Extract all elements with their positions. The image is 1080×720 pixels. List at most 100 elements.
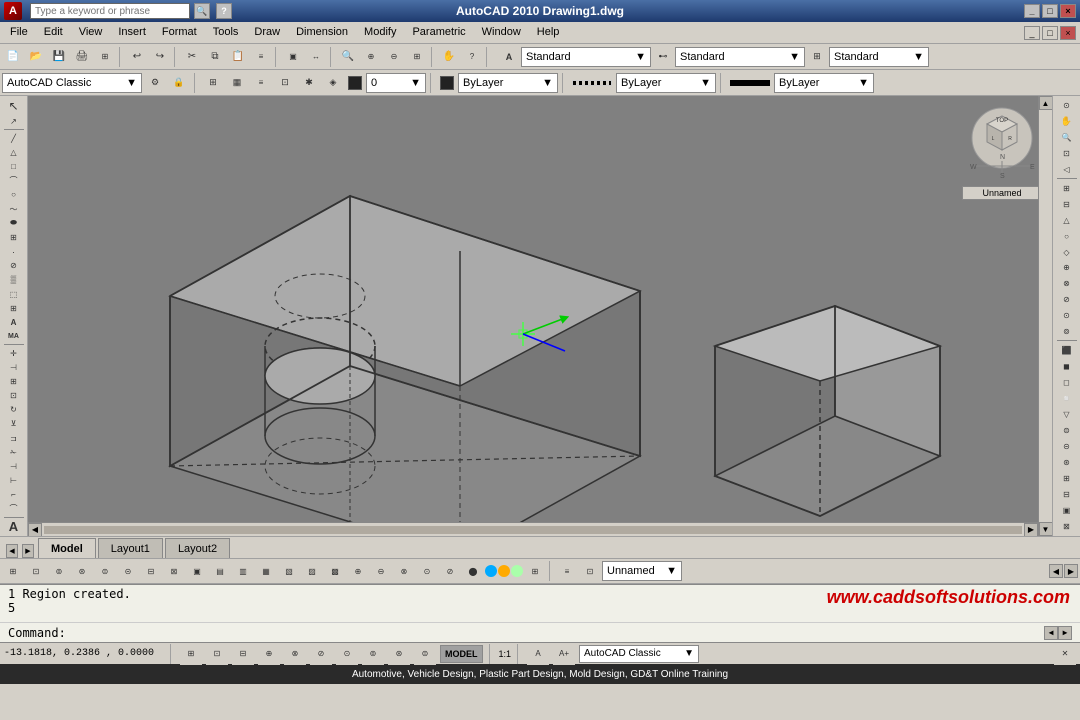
bt-26[interactable]: ≡: [556, 560, 578, 582]
doc-maximize-btn[interactable]: □: [1042, 26, 1058, 40]
bt-3[interactable]: ⊚: [48, 560, 70, 582]
rt-3d1[interactable]: ⊞: [1056, 181, 1078, 196]
bt-9[interactable]: ▣: [186, 560, 208, 582]
lt-gradient[interactable]: ▒: [3, 273, 25, 286]
bt-2[interactable]: ⊡: [25, 560, 47, 582]
bt-17[interactable]: ⊖: [370, 560, 392, 582]
rt-3d6[interactable]: ⊕: [1056, 261, 1078, 276]
scroll-right-btn[interactable]: ▶: [1024, 523, 1038, 537]
zoomout-btn[interactable]: ⊖: [383, 46, 405, 68]
rt-3d2[interactable]: ⊟: [1056, 197, 1078, 212]
bt-1[interactable]: ⊞: [2, 560, 24, 582]
bt-8[interactable]: ⊠: [163, 560, 185, 582]
bt-21[interactable]: ⬤: [462, 560, 484, 582]
viewport-dropdown[interactable]: Unnamed▼: [602, 561, 682, 581]
undo-btn[interactable]: ↩: [126, 46, 148, 68]
menu-view[interactable]: View: [71, 22, 111, 42]
rt-zoom[interactable]: 🔍: [1056, 130, 1078, 145]
rt-render7[interactable]: ⊝: [1056, 439, 1078, 454]
tablestyle-dropdown[interactable]: Standard▼: [829, 47, 929, 67]
bt-25[interactable]: ⊞: [524, 560, 546, 582]
annotscale-btn2[interactable]: A+: [553, 643, 575, 665]
lt-table[interactable]: ⊞: [3, 302, 25, 315]
search-input[interactable]: [30, 3, 190, 19]
rt-render12[interactable]: ⊠: [1056, 519, 1078, 534]
rt-pan[interactable]: ✋: [1056, 114, 1078, 129]
menu-edit[interactable]: Edit: [36, 22, 71, 42]
rt-render1[interactable]: ⬛: [1056, 343, 1078, 358]
lt-rotate[interactable]: ↻: [3, 403, 25, 416]
save-btn[interactable]: 💾: [48, 46, 70, 68]
annotscale-btn[interactable]: A: [527, 643, 549, 665]
ducs-toggle[interactable]: ⊙: [336, 643, 358, 665]
lt-mtext[interactable]: MA: [3, 330, 25, 343]
layer-btn5[interactable]: ✱: [298, 72, 320, 94]
menu-file[interactable]: File: [2, 22, 36, 42]
workspace-dropdown[interactable]: AutoCAD Classic▼: [2, 73, 142, 93]
zoomin-btn[interactable]: ⊕: [360, 46, 382, 68]
search-icon[interactable]: 🔍: [194, 3, 210, 19]
layer-prop[interactable]: ⊞: [202, 72, 224, 94]
doc-minimize-btn[interactable]: _: [1024, 26, 1040, 40]
lt-point[interactable]: ·: [3, 245, 25, 258]
distance-btn[interactable]: ↔: [305, 46, 327, 68]
menu-insert[interactable]: Insert: [110, 22, 154, 42]
color-dropdown[interactable]: ByLayer▼: [458, 73, 558, 93]
bt-10[interactable]: ▤: [209, 560, 231, 582]
rt-render5[interactable]: ▽: [1056, 407, 1078, 422]
rt-3d7[interactable]: ⊗: [1056, 276, 1078, 291]
rt-render8[interactable]: ⊛: [1056, 455, 1078, 470]
lt-move[interactable]: ✛: [3, 347, 25, 360]
tab-layout1[interactable]: Layout1: [98, 538, 163, 558]
layer-btn6[interactable]: ◈: [322, 72, 344, 94]
ortho-toggle[interactable]: ⊟: [232, 643, 254, 665]
bt-11[interactable]: ▥: [232, 560, 254, 582]
lt-ellipse[interactable]: ⬬: [3, 217, 25, 230]
rt-render6[interactable]: ⊜: [1056, 423, 1078, 438]
rt-render10[interactable]: ⊟: [1056, 487, 1078, 502]
horizontal-scrollbar[interactable]: ◀ ▶: [28, 522, 1038, 536]
lt-spline[interactable]: 〜: [3, 203, 25, 216]
lt-poly[interactable]: △: [3, 146, 25, 159]
bt-7[interactable]: ⊟: [140, 560, 162, 582]
grid-toggle[interactable]: ⊞: [180, 643, 202, 665]
bt-23[interactable]: [498, 565, 510, 577]
layer-btn2[interactable]: ▦: [226, 72, 248, 94]
command-input[interactable]: [70, 626, 1044, 640]
redo-btn[interactable]: ↪: [149, 46, 171, 68]
layer-btn4[interactable]: ⊡: [274, 72, 296, 94]
menu-dimension[interactable]: Dimension: [288, 22, 356, 42]
rt-prev[interactable]: ◁: [1056, 162, 1078, 177]
new-btn[interactable]: 📄: [2, 46, 24, 68]
lt-fillet[interactable]: ⌒: [3, 502, 25, 515]
workspace-settings[interactable]: ⚙: [144, 72, 166, 94]
rt-3d4[interactable]: ○: [1056, 229, 1078, 244]
bt-12[interactable]: ▦: [255, 560, 277, 582]
lt-trim[interactable]: ✁: [3, 446, 25, 459]
linetype-dropdown[interactable]: ByLayer▼: [616, 73, 716, 93]
workspace-lock[interactable]: 🔒: [168, 72, 190, 94]
rt-3d3[interactable]: △: [1056, 213, 1078, 228]
osnap-toggle[interactable]: ⊗: [284, 643, 306, 665]
rt-orbit[interactable]: ⊙: [1056, 98, 1078, 113]
menu-modify[interactable]: Modify: [356, 22, 404, 42]
bt-18[interactable]: ⊗: [393, 560, 415, 582]
textstyle-icon[interactable]: A: [498, 46, 520, 68]
maximize-btn[interactable]: □: [1042, 4, 1058, 18]
close-btn[interactable]: ×: [1060, 4, 1076, 18]
menu-help[interactable]: Help: [529, 22, 568, 42]
tab-scroll-right[interactable]: ▶: [22, 544, 34, 558]
bt-24[interactable]: [511, 565, 523, 577]
lt-stretch[interactable]: ⊐: [3, 432, 25, 445]
pan-btn[interactable]: ✋: [438, 46, 460, 68]
lt-text[interactable]: A: [3, 316, 25, 329]
cmd-scroll-right[interactable]: ▶: [1058, 626, 1072, 640]
rt-3d5[interactable]: ◇: [1056, 245, 1078, 260]
lt-break[interactable]: ⊢: [3, 474, 25, 487]
lt-line[interactable]: ╱: [3, 132, 25, 145]
rt-render11[interactable]: ▣: [1056, 503, 1078, 518]
dimstyle-icon[interactable]: ⊷: [652, 46, 674, 68]
bt-19[interactable]: ⊙: [416, 560, 438, 582]
polar-toggle[interactable]: ⊕: [258, 643, 280, 665]
zoomw-btn[interactable]: ⊞: [406, 46, 428, 68]
